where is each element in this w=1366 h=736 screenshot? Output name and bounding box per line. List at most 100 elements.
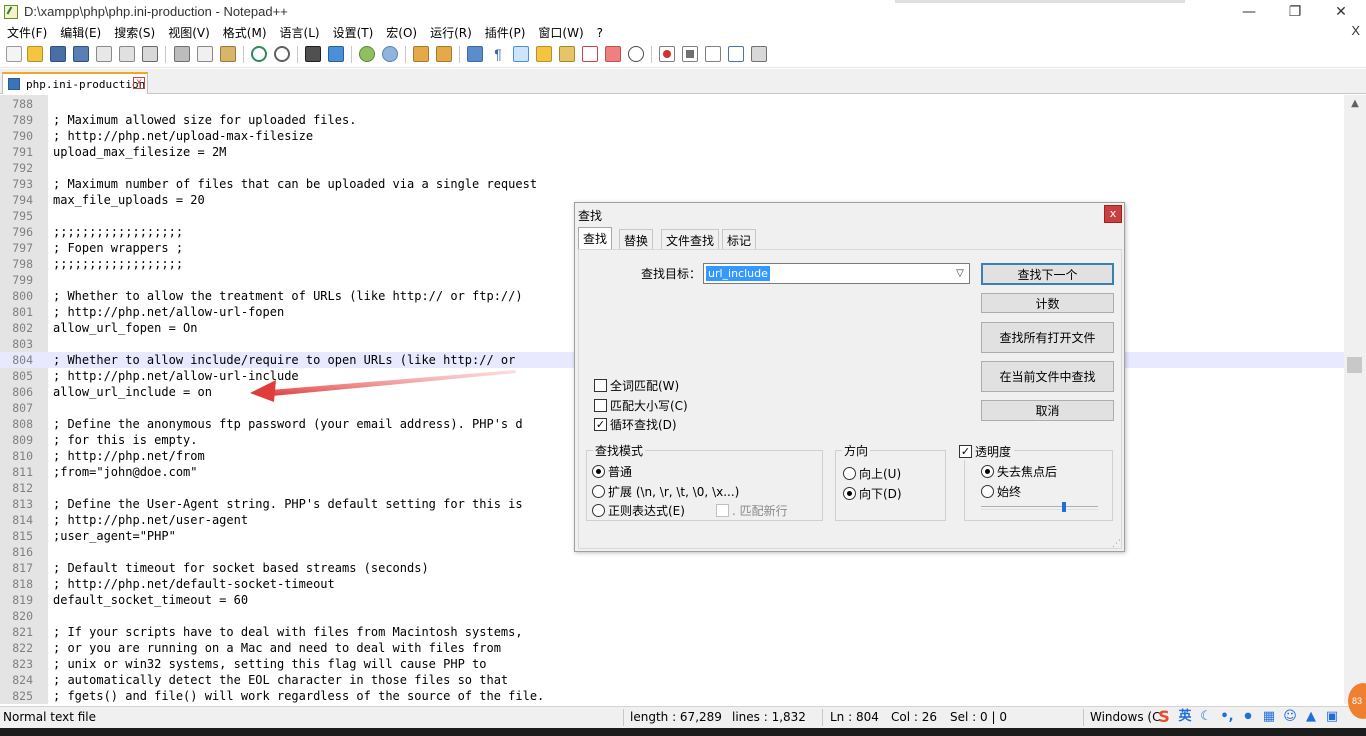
code-line[interactable]: 792 (0, 160, 1344, 176)
chevron-down-icon[interactable]: ▽ (953, 265, 967, 282)
zoom-in-icon[interactable] (359, 46, 375, 62)
shirt-icon[interactable]: ▲ (1303, 709, 1319, 725)
open-file-icon[interactable] (27, 46, 43, 62)
copy-icon[interactable] (197, 46, 213, 62)
menu-edit[interactable]: 编辑(E) (53, 24, 107, 41)
count-button[interactable]: 计数 (981, 293, 1114, 313)
tab-close-icon[interactable]: x (133, 77, 145, 89)
tab-replace[interactable]: 替换 (619, 229, 654, 250)
tab-find-in-files[interactable]: 文件查找 (661, 229, 720, 250)
new-file-icon[interactable] (6, 46, 22, 62)
search-mode-normal-radio[interactable]: 普通 (592, 463, 632, 480)
paste-icon[interactable] (220, 46, 236, 62)
find-all-open-files-button[interactable]: 查找所有打开文件 (981, 322, 1114, 353)
transparency-slider[interactable] (981, 502, 1098, 512)
search-mode-regex-radio[interactable]: 正则表达式(E) (592, 502, 685, 519)
stop-macro-icon[interactable] (682, 46, 698, 62)
code-line[interactable]: 825 ; fgets() and file() will work regard… (0, 688, 1344, 704)
code-line[interactable]: 820 (0, 608, 1344, 624)
menu-plugins[interactable]: 插件(P) (478, 24, 532, 41)
direction-up-radio[interactable]: 向上(U) (843, 465, 901, 482)
transparency-checkbox[interactable]: ✓ 透明度 (959, 443, 1015, 460)
play-macro-icon[interactable] (705, 46, 721, 62)
radio-selected-icon[interactable] (981, 465, 994, 478)
resize-grip-icon[interactable]: ⋰ (1112, 539, 1122, 549)
code-line[interactable]: 818 ; http://php.net/default-socket-timeo… (0, 576, 1344, 592)
tab-find[interactable]: 查找 (578, 227, 613, 250)
document-map-icon[interactable] (559, 46, 575, 62)
moon-icon[interactable]: ☾ (1198, 709, 1214, 725)
keyboard-icon[interactable]: ▦ (1261, 709, 1277, 725)
code-line[interactable]: 793 ; Maximum number of files that can be… (0, 176, 1344, 192)
code-line[interactable]: 790 ; http://php.net/upload-max-filesize (0, 128, 1344, 144)
find-next-button[interactable]: 查找下一个 (981, 263, 1114, 285)
radio-unselected-icon[interactable] (843, 467, 856, 480)
radio-unselected-icon[interactable] (592, 485, 605, 498)
find-in-current-file-button[interactable]: 在当前文件中查找 (981, 361, 1114, 392)
menu-help[interactable]: ? (590, 26, 609, 40)
punctuation-icon[interactable]: •, (1219, 709, 1235, 725)
sogou-ime-icon[interactable]: S (1156, 709, 1172, 725)
word-wrap-icon[interactable] (467, 46, 483, 62)
transparency-always-radio[interactable]: 始终 (981, 483, 1021, 500)
find-dialog-close-button[interactable]: x (1104, 205, 1122, 223)
sync-horizontal-icon[interactable] (436, 46, 452, 62)
code-line[interactable]: 788 (0, 96, 1344, 112)
minimize-button[interactable]: — (1226, 0, 1272, 23)
wrap-around-checkbox[interactable]: ✓ 循环查找(D) (594, 416, 677, 433)
code-line[interactable]: 823 ; unix or win32 systems, setting this… (0, 656, 1344, 672)
sync-vertical-icon[interactable] (413, 46, 429, 62)
transparency-on-lose-focus-radio[interactable]: 失去焦点后 (981, 463, 1057, 480)
user-defined-language-icon[interactable] (536, 46, 552, 62)
radio-selected-icon[interactable] (592, 465, 605, 478)
scrollbar-thumb[interactable] (1347, 357, 1362, 373)
checkmark-icon[interactable]: ✓ (959, 445, 972, 458)
code-line[interactable]: 819 default_socket_timeout = 60 (0, 592, 1344, 608)
checkmark-icon[interactable]: ✓ (594, 418, 607, 431)
code-line[interactable]: 824 ; automatically detect the EOL charac… (0, 672, 1344, 688)
menu-file[interactable]: 文件(F) (0, 24, 53, 41)
tab-php-ini-production[interactable]: php.ini-production x (2, 72, 148, 94)
cut-icon[interactable] (174, 46, 190, 62)
scroll-up-icon[interactable]: ▲ (1349, 98, 1361, 110)
folder-as-workspace-icon[interactable] (605, 46, 621, 62)
direction-down-radio[interactable]: 向下(D) (843, 485, 902, 502)
radio-unselected-icon[interactable] (981, 485, 994, 498)
menu-language[interactable]: 语言(L) (273, 24, 326, 41)
undo-icon[interactable] (251, 46, 267, 62)
show-all-characters-icon[interactable]: ¶ (490, 46, 506, 62)
code-line[interactable]: 822 ; or you are running on a Mac and nee… (0, 640, 1344, 656)
transparency-slider-knob[interactable] (1062, 502, 1066, 512)
save-macro-icon[interactable] (751, 46, 767, 62)
ime-english-indicator[interactable]: 英 (1177, 709, 1193, 725)
find-target-combobox[interactable]: url_include ▽ (703, 263, 970, 284)
toolbox-icon[interactable]: ▣ (1324, 709, 1340, 725)
microphone-icon[interactable]: ⏺ (1240, 709, 1256, 725)
vertical-scrollbar[interactable]: ▲ (1344, 95, 1366, 704)
redo-icon[interactable] (274, 46, 290, 62)
tab-mark[interactable]: 标记 (722, 229, 757, 250)
radio-unselected-icon[interactable] (592, 504, 605, 517)
code-line[interactable]: 791 upload_max_filesize = 2M (0, 144, 1344, 160)
match-case-checkbox-box[interactable] (594, 399, 607, 412)
replace-icon[interactable] (328, 46, 344, 62)
restore-button[interactable]: ❐ (1272, 0, 1318, 23)
run-macro-multiple-icon[interactable] (728, 46, 744, 62)
close-all-icon[interactable] (119, 46, 135, 62)
save-all-icon[interactable] (73, 46, 89, 62)
whole-word-checkbox[interactable]: 全词匹配(W) (594, 377, 679, 394)
user-icon[interactable]: ☺ (1282, 709, 1298, 725)
menu-format[interactable]: 格式(M) (216, 24, 273, 41)
record-macro-icon[interactable] (659, 46, 675, 62)
menu-search[interactable]: 搜索(S) (107, 24, 161, 41)
code-line[interactable]: 817 ; Default timeout for socket based st… (0, 560, 1344, 576)
code-line[interactable]: 821 ; If your scripts have to deal with f… (0, 624, 1344, 640)
menu-window[interactable]: 窗口(W) (531, 24, 589, 41)
search-mode-extended-radio[interactable]: 扩展 (\n, \r, \t, \0, \x...) (592, 483, 739, 500)
menu-macro[interactable]: 宏(O) (379, 24, 423, 41)
close-document-button[interactable]: X (1351, 23, 1360, 38)
menu-run[interactable]: 运行(R) (423, 24, 478, 41)
print-icon[interactable] (142, 46, 158, 62)
radio-selected-icon[interactable] (843, 487, 856, 500)
find-icon[interactable] (305, 46, 321, 62)
